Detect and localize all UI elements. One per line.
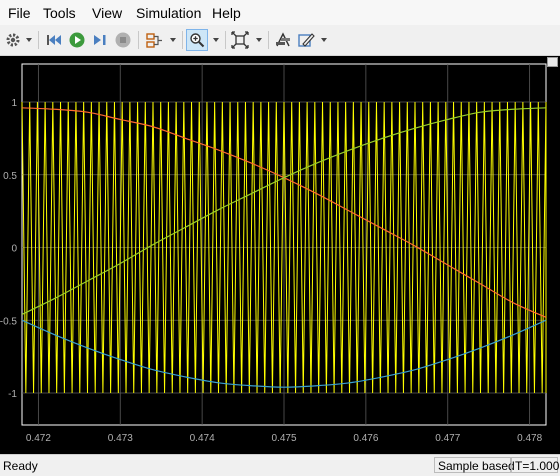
run-icon[interactable] [67, 29, 87, 51]
sample-mode-indicator: Sample based [434, 457, 515, 473]
signal-select-icon[interactable] [144, 29, 164, 51]
toolbar-separator [138, 31, 139, 49]
toolbar-separator [38, 31, 39, 49]
status-text: Ready [3, 459, 38, 473]
x-tick-label: 0.472 [26, 433, 51, 444]
signal-dropdown-icon[interactable] [170, 38, 176, 42]
style-dropdown-icon[interactable] [321, 38, 327, 42]
menu-tools[interactable]: Tools [43, 5, 76, 21]
stop-icon[interactable] [113, 29, 133, 51]
toolbar [0, 25, 560, 56]
gear-icon[interactable] [4, 29, 22, 51]
rewind-icon[interactable] [44, 29, 64, 51]
y-tick-label: -1 [8, 389, 17, 400]
menu-simulation[interactable]: Simulation [136, 5, 201, 21]
scope-plot-area[interactable]: 1 0.5 0 -0.5 -1 0.472 0.473 0.474 0.475 0.476 0.47… [0, 56, 560, 454]
restore-layout-icon[interactable] [547, 57, 558, 67]
x-tick-label: 0.473 [108, 433, 133, 444]
y-tick-label: 0 [11, 244, 17, 255]
menu-file[interactable]: File [8, 5, 31, 21]
toolbar-separator [225, 31, 226, 49]
gear-dropdown-icon[interactable] [26, 38, 32, 42]
scope-plot: 1 0.5 0 -0.5 -1 0.472 0.473 0.474 0.475 0.476 0.47… [0, 63, 547, 444]
y-tick-label: -0.5 [0, 316, 17, 327]
fit-to-view-icon[interactable] [230, 29, 250, 51]
x-tick-label: 0.474 [190, 433, 215, 444]
x-tick-label: 0.476 [353, 433, 378, 444]
menu-bar: File Tools View Simulation Help [0, 0, 560, 25]
fit-dropdown-icon[interactable] [256, 38, 262, 42]
x-tick-label: 0.475 [271, 433, 296, 444]
zoom-in-icon[interactable] [186, 29, 208, 51]
simulation-time-indicator: T=1.000 [511, 457, 559, 473]
y-tick-label: 1 [11, 98, 17, 109]
style-edit-icon[interactable] [296, 29, 316, 51]
menu-view[interactable]: View [92, 5, 122, 21]
menu-help[interactable]: Help [212, 5, 241, 21]
status-bar: Ready Sample based T=1.000 [0, 454, 560, 476]
toolbar-separator [182, 31, 183, 49]
x-tick-label: 0.477 [435, 433, 460, 444]
x-tick-label: 0.478 [517, 433, 542, 444]
toolbar-separator [268, 31, 269, 49]
step-forward-icon[interactable] [90, 29, 110, 51]
cursor-measure-icon[interactable] [273, 29, 293, 51]
zoom-dropdown-icon[interactable] [213, 38, 219, 42]
y-tick-label: 0.5 [3, 171, 17, 182]
